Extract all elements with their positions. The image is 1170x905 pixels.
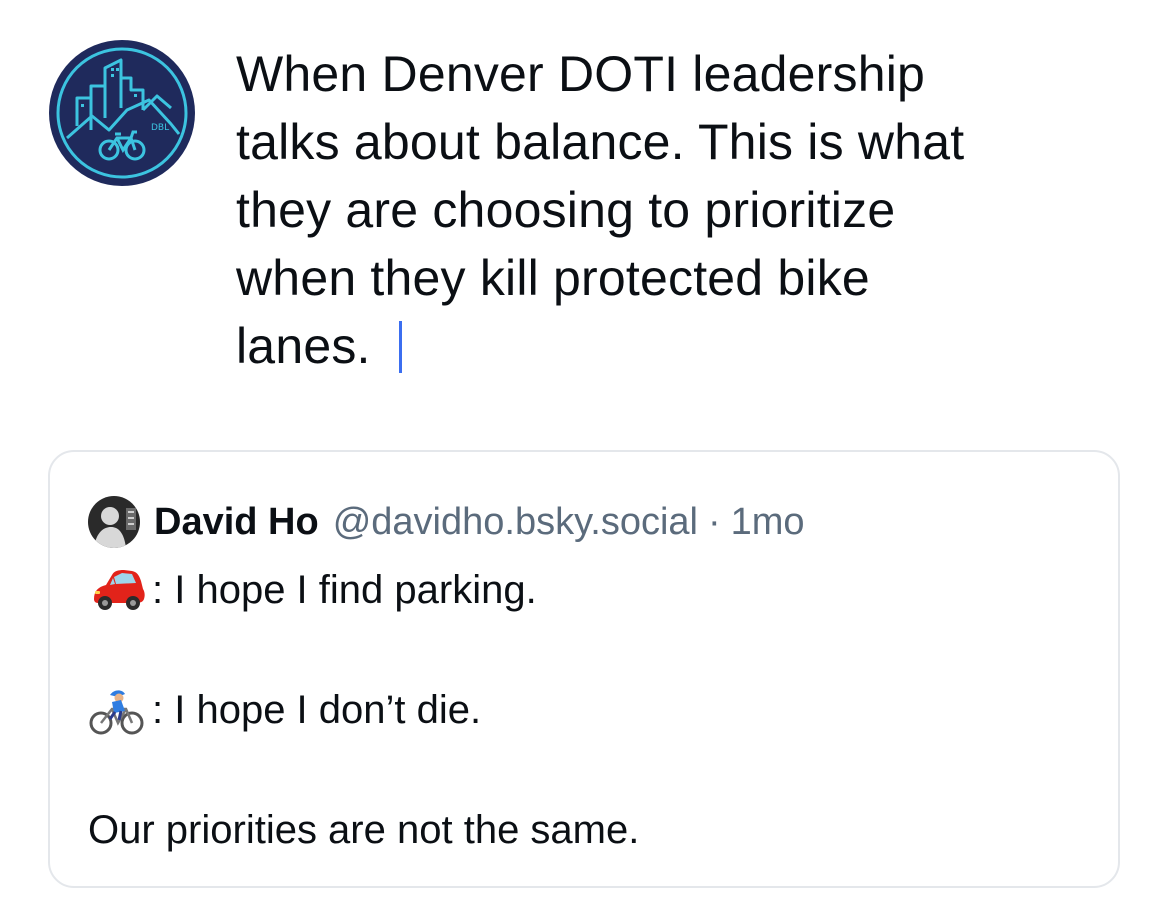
compose-text-fragment: lanes. (236, 318, 371, 374)
quoted-post-body: : I hope I find parking. : I hope I don’… (88, 560, 1088, 860)
user-avatar-logo: DBL (47, 38, 197, 188)
separator-dot: · (707, 500, 721, 543)
quoted-post-card[interactable]: David Ho @davidho.bsky.social · 1mo : I … (48, 450, 1120, 888)
compose-text-line: talks about balance. This is what (236, 114, 965, 170)
compose-text-line-last: lanes. (236, 312, 1136, 380)
author-name[interactable]: David Ho (154, 501, 319, 544)
bike-line-text: : I hope I don’t die. (152, 688, 482, 732)
author-avatar[interactable] (88, 496, 140, 548)
compose-text-line: they are choosing to prioritize (236, 182, 896, 238)
bike-line: : I hope I don’t die. (88, 680, 1088, 740)
post-timestamp[interactable]: 1mo (731, 501, 805, 544)
car-line: : I hope I find parking. (88, 560, 1088, 620)
car-line-text: : I hope I find parking. (152, 568, 537, 612)
person-biking-emoji-icon (88, 685, 146, 735)
city-bike-logo-icon: DBL (49, 40, 195, 186)
compose-text-line: when they kill protected bike (236, 250, 870, 306)
quoted-post-header: David Ho @davidho.bsky.social · 1mo (88, 494, 805, 550)
author-handle[interactable]: @davidho.bsky.social (333, 501, 698, 544)
closing-line: Our priorities are not the same. (88, 800, 1088, 860)
author-photo-icon (88, 496, 140, 548)
compose-text-line: When Denver DOTI leadership (236, 46, 926, 102)
red-car-emoji-icon (88, 565, 146, 615)
compose-text-input[interactable]: When Denver DOTI leadership talks about … (236, 40, 1136, 380)
text-cursor (398, 321, 402, 373)
svg-text:DBL: DBL (151, 123, 169, 133)
post-composer[interactable]: DBL When Denver DOTI leadership talks ab… (0, 0, 1170, 440)
closing-line-text: Our priorities are not the same. (88, 808, 640, 852)
